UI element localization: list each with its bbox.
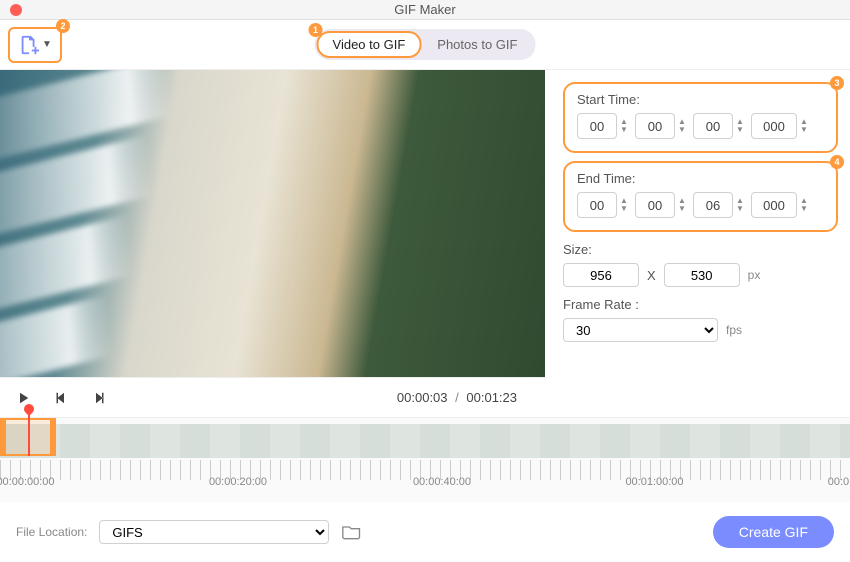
file-location-label: File Location: [16, 525, 87, 539]
step-marker-3: 3 [830, 76, 844, 90]
stepper-down-icon[interactable]: ▼ [799, 205, 809, 213]
create-gif-button[interactable]: Create GIF [713, 516, 834, 548]
mode-tabs: Video to GIF 1 Photos to GIF [315, 29, 536, 60]
step-marker-2: 2 [56, 19, 70, 33]
selection-handle-left[interactable] [0, 420, 6, 454]
start-time-row: ▲▼ ▲▼ ▲▼ ▲▼ [577, 113, 824, 139]
add-media-button[interactable]: ▼ 2 [8, 27, 62, 63]
preview-column: 00:00:03 / 00:01:23 [0, 70, 545, 417]
toolbar-row: ▼ 2 Video to GIF 1 Photos to GIF [0, 20, 850, 70]
stepper-down-icon[interactable]: ▼ [619, 126, 629, 134]
start-minutes-input[interactable] [635, 113, 675, 139]
start-hours-input[interactable] [577, 113, 617, 139]
size-group: Size: X px [563, 242, 838, 287]
framerate-unit: fps [726, 323, 742, 337]
stepper-down-icon[interactable]: ▼ [799, 126, 809, 134]
end-millis-input[interactable] [751, 192, 797, 218]
selection-handle-right[interactable] [50, 420, 56, 454]
video-preview [0, 70, 545, 377]
browse-folder-icon[interactable] [341, 522, 363, 542]
close-window-button[interactable] [10, 4, 22, 16]
window-title: GIF Maker [0, 0, 850, 20]
stepper-down-icon[interactable]: ▼ [677, 205, 687, 213]
step-back-icon[interactable] [52, 389, 70, 407]
start-seconds-input[interactable] [693, 113, 733, 139]
size-unit: px [748, 268, 761, 282]
start-time-label: Start Time: [577, 92, 824, 107]
main-area: 00:00:03 / 00:01:23 3 Start Time: ▲▼ ▲▼ … [0, 70, 850, 417]
tick-label: 00:00:40:00 [413, 476, 471, 488]
tick-label: 00:00:00:00 [0, 476, 55, 488]
tick-label: 00:00:20:00 [209, 476, 267, 488]
step-marker-4: 4 [830, 155, 844, 169]
step-marker-1: 1 [309, 23, 323, 37]
thumbnail-strip [0, 424, 850, 458]
timeline[interactable]: 00:00:00:00 00:00:20:00 00:00:40:00 00:01:0… [0, 417, 850, 502]
time-readout: 00:00:03 / 00:01:23 [397, 390, 517, 405]
stepper-down-icon[interactable]: ▼ [677, 126, 687, 134]
playback-controls: 00:00:03 / 00:01:23 [0, 377, 545, 417]
size-height-input[interactable] [664, 263, 740, 287]
tab-photos-to-gif[interactable]: Photos to GIF [421, 31, 533, 58]
current-time: 00:00:03 [397, 390, 448, 405]
end-time-group: 4 End Time: ▲▼ ▲▼ ▲▼ ▲▼ [563, 161, 838, 232]
size-label: Size: [563, 242, 838, 257]
tick-label: 00:01 [828, 476, 850, 488]
tab-video-to-gif[interactable]: Video to GIF 1 [317, 31, 422, 58]
time-separator: / [455, 390, 459, 405]
start-time-group: 3 Start Time: ▲▼ ▲▼ ▲▼ ▲▼ [563, 82, 838, 153]
add-file-icon [18, 34, 40, 56]
settings-panel: 3 Start Time: ▲▼ ▲▼ ▲▼ ▲▼ 4 End Time: ▲▼… [545, 70, 850, 417]
chevron-down-icon: ▼ [42, 39, 52, 50]
framerate-group: Frame Rate : 30 fps [563, 297, 838, 342]
stepper-down-icon[interactable]: ▼ [619, 205, 629, 213]
start-millis-input[interactable] [751, 113, 797, 139]
stepper-down-icon[interactable]: ▼ [735, 126, 745, 134]
end-hours-input[interactable] [577, 192, 617, 218]
file-location-select[interactable]: GIFS [99, 520, 329, 544]
total-time: 00:01:23 [466, 390, 517, 405]
framerate-select[interactable]: 30 [563, 318, 718, 342]
tab-label: Video to GIF [333, 37, 406, 52]
tick-label: 00:01:00:00 [625, 476, 683, 488]
stepper-down-icon[interactable]: ▼ [735, 205, 745, 213]
end-minutes-input[interactable] [635, 192, 675, 218]
timeline-tick-labels: 00:00:00:00 00:00:20:00 00:00:40:00 00:01:0… [0, 476, 850, 496]
titlebar: GIF Maker [0, 0, 850, 20]
step-forward-icon[interactable] [90, 389, 108, 407]
playhead[interactable] [28, 408, 30, 456]
end-time-row: ▲▼ ▲▼ ▲▼ ▲▼ [577, 192, 824, 218]
framerate-label: Frame Rate : [563, 297, 838, 312]
end-seconds-input[interactable] [693, 192, 733, 218]
size-width-input[interactable] [563, 263, 639, 287]
footer: File Location: GIFS Create GIF [0, 502, 850, 562]
end-time-label: End Time: [577, 171, 824, 186]
size-separator: X [647, 268, 656, 283]
